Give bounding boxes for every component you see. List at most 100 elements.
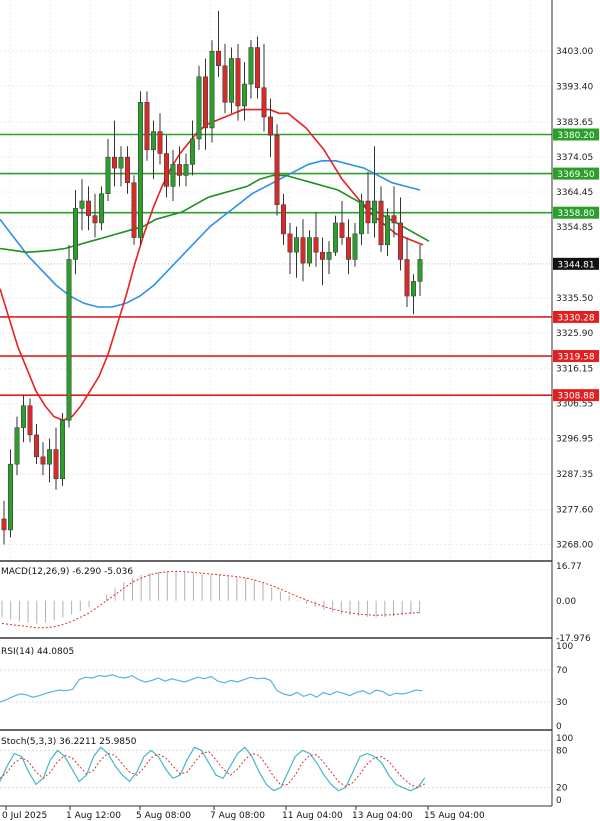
candle-body xyxy=(307,237,312,264)
candle[interactable] xyxy=(125,146,130,194)
current-price-label: 3344.81 xyxy=(557,260,594,270)
candle[interactable] xyxy=(118,146,124,187)
candle[interactable] xyxy=(131,175,137,245)
candle[interactable] xyxy=(105,138,111,202)
candle-body xyxy=(86,200,91,216)
candle-body xyxy=(53,449,59,480)
candle[interactable] xyxy=(73,190,78,275)
price-tick-label: 3316.15 xyxy=(556,365,593,375)
support-level-label: 3308.88 xyxy=(557,392,594,402)
candle-body xyxy=(99,193,104,224)
candle[interactable] xyxy=(92,193,98,238)
rsi-line xyxy=(0,674,423,703)
candle-body xyxy=(385,215,390,246)
candle[interactable] xyxy=(261,43,267,132)
moving-average-green xyxy=(0,174,430,254)
candle[interactable] xyxy=(417,244,423,297)
candle[interactable] xyxy=(8,449,13,538)
candle-body xyxy=(300,237,306,264)
candle[interactable] xyxy=(99,186,104,231)
rsi-panel[interactable]: 100 70 30 0 RSI(14) 44.0805 xyxy=(0,642,573,732)
resistance-level-label: 3369.50 xyxy=(557,170,594,180)
trading-chart[interactable]: 3403.00 3393.40 3383.65 3374.05 3364.45 3354.… xyxy=(0,0,600,821)
candle[interactable] xyxy=(378,186,384,253)
candle[interactable] xyxy=(339,201,345,245)
candle[interactable] xyxy=(385,208,390,256)
candle[interactable] xyxy=(287,222,293,275)
candle[interactable] xyxy=(300,219,306,282)
candle-body xyxy=(8,463,13,531)
candle[interactable] xyxy=(21,394,26,443)
candle[interactable] xyxy=(222,43,228,114)
price-tick-label: 3374.05 xyxy=(556,153,593,163)
candle[interactable] xyxy=(144,91,150,161)
rsi-tick-label: 100 xyxy=(556,642,573,652)
candle-body xyxy=(294,237,299,253)
candle[interactable] xyxy=(34,423,39,465)
candle[interactable] xyxy=(183,153,189,187)
candle-body xyxy=(125,156,130,183)
time-tick-label: 15 Aug 04:00 xyxy=(424,811,485,821)
candle[interactable] xyxy=(79,179,85,231)
candle[interactable] xyxy=(40,442,46,476)
candle-body xyxy=(40,456,46,465)
candle[interactable] xyxy=(138,91,143,245)
candle[interactable] xyxy=(170,149,176,202)
rsi-tick-label: 0 xyxy=(556,722,562,732)
time-tick-label: 13 Aug 04:00 xyxy=(352,811,413,821)
candle-body xyxy=(229,58,234,103)
candle[interactable] xyxy=(333,215,338,256)
candle[interactable] xyxy=(209,40,215,143)
candle[interactable] xyxy=(274,124,280,216)
candle[interactable] xyxy=(294,226,299,278)
candle[interactable] xyxy=(203,58,208,150)
candle[interactable] xyxy=(66,244,72,428)
time-tick-label: 1 Aug 12:00 xyxy=(66,811,121,821)
candle[interactable] xyxy=(47,438,52,483)
candle-body xyxy=(105,156,111,194)
candle[interactable] xyxy=(229,47,234,114)
candle[interactable] xyxy=(248,40,254,99)
candle[interactable] xyxy=(1,500,7,545)
candle-body xyxy=(151,131,156,151)
candle[interactable] xyxy=(320,237,325,286)
candle[interactable] xyxy=(359,193,364,245)
candle-body xyxy=(352,233,358,260)
candle[interactable] xyxy=(404,237,410,307)
candle[interactable] xyxy=(326,241,332,275)
price-tick-label: 3354.85 xyxy=(556,223,593,233)
candle-body xyxy=(170,164,176,187)
price-panel[interactable]: 3403.00 3393.40 3383.65 3374.05 3364.45 3354.… xyxy=(0,0,599,806)
stoch-title: Stoch(5,3,3) 36.2211 25.9850 xyxy=(1,737,137,747)
candle[interactable] xyxy=(196,65,202,150)
candle[interactable] xyxy=(14,416,20,476)
candle[interactable] xyxy=(151,120,156,180)
candle-body xyxy=(118,156,124,169)
resistance-level-label: 3380.20 xyxy=(557,131,594,141)
candle[interactable] xyxy=(112,120,117,187)
candle[interactable] xyxy=(398,197,403,271)
candle[interactable] xyxy=(60,412,65,487)
candle-body xyxy=(313,237,319,253)
candle-body xyxy=(287,233,293,253)
candle[interactable] xyxy=(164,135,169,198)
candle-body xyxy=(60,420,65,480)
candle[interactable] xyxy=(352,222,358,267)
candle[interactable] xyxy=(281,193,286,245)
candle-body xyxy=(47,449,52,465)
candle[interactable] xyxy=(268,98,273,158)
candle[interactable] xyxy=(411,274,416,315)
candle[interactable] xyxy=(53,427,59,490)
candle[interactable] xyxy=(27,398,33,443)
candle[interactable] xyxy=(255,36,260,99)
candle[interactable] xyxy=(216,10,221,77)
candle[interactable] xyxy=(307,230,312,267)
macd-panel[interactable]: 16.770.00-17.976MACD(12,26,9) -6.290 -5.… xyxy=(0,562,591,644)
candle[interactable] xyxy=(235,43,241,121)
stoch-panel[interactable]: 100 80 20 0 Stoch(5,3,3) 36.2211 25.9850 xyxy=(0,734,573,807)
candle[interactable] xyxy=(313,211,319,267)
candle[interactable] xyxy=(242,62,247,121)
candle[interactable] xyxy=(190,120,195,176)
candle[interactable] xyxy=(346,219,351,275)
moving-average-red xyxy=(0,108,424,422)
